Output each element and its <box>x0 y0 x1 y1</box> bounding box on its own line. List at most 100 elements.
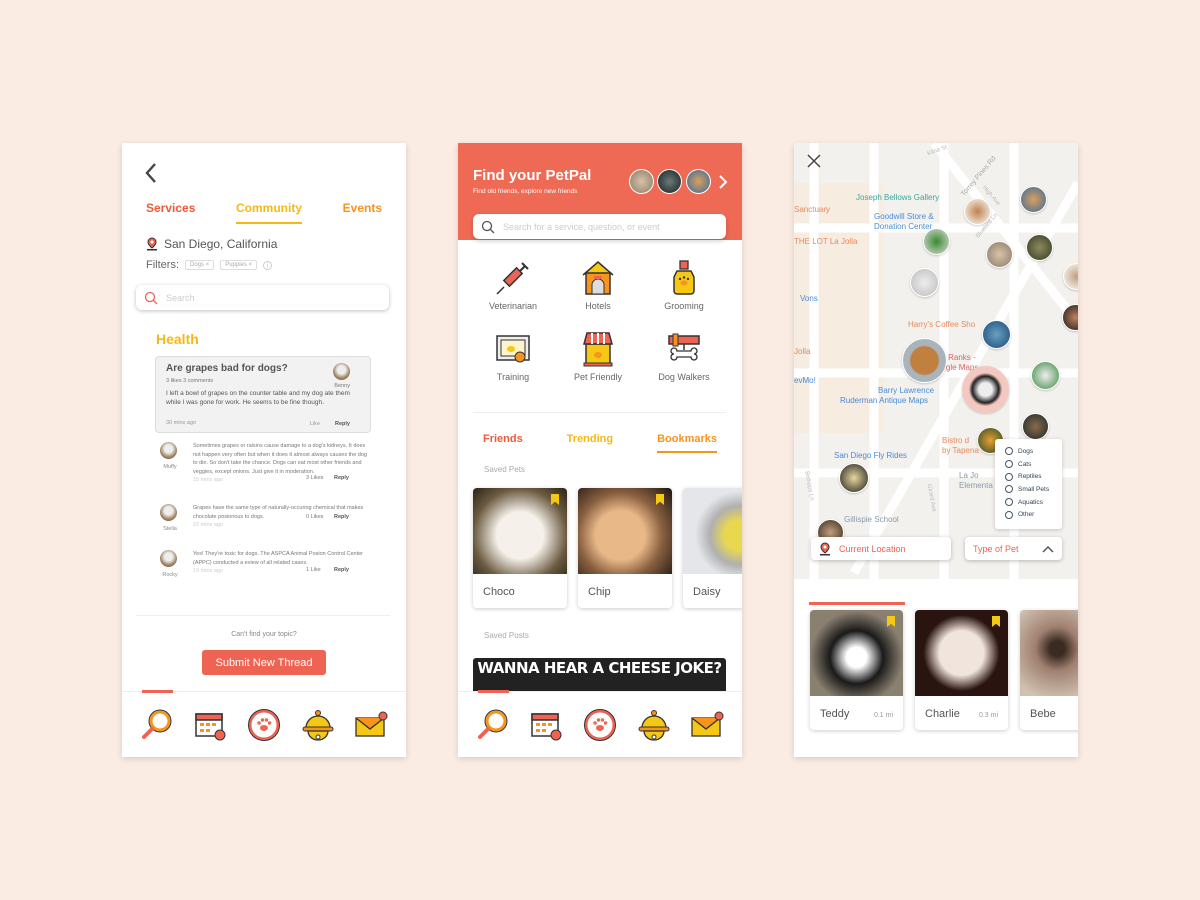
pet-type-option[interactable]: Cats <box>1005 458 1062 471</box>
pet-type-option[interactable]: Other <box>1005 508 1062 521</box>
pet-map-marker[interactable] <box>1031 361 1060 390</box>
comment-text: Yes! They're toxic for dogs. The ASPCA A… <box>193 551 364 566</box>
comment: Muffy Sometimes grapes or raisins cause … <box>160 442 375 492</box>
community-screen: Services Community Events San Diego, Cal… <box>122 143 406 757</box>
mail-icon[interactable] <box>690 708 724 742</box>
pet-map-marker[interactable] <box>964 198 991 225</box>
service-training[interactable]: Training <box>473 330 553 382</box>
shampoo-icon <box>673 260 695 295</box>
nearby-pet-card[interactable]: Teddy 0.1 mi <box>810 610 903 730</box>
collar-bone-icon <box>668 333 700 361</box>
mail-icon[interactable] <box>354 708 388 742</box>
tab-trending[interactable]: Trending <box>567 433 613 453</box>
pet-type-option[interactable]: Reptiles <box>1005 470 1062 483</box>
service-hotels[interactable]: Hotels <box>558 259 638 311</box>
filter-chip-dogs[interactable]: Dogs × <box>185 260 215 270</box>
option-label: Aquatics <box>1018 498 1043 506</box>
calendar-icon[interactable] <box>193 708 227 742</box>
info-icon[interactable]: i <box>263 260 273 270</box>
friend-avatar[interactable] <box>629 169 654 194</box>
paw-icon[interactable] <box>583 708 617 742</box>
radio-button[interactable] <box>1005 498 1013 507</box>
page-title: Find your PetPal <box>473 167 592 184</box>
pet-map-marker[interactable] <box>986 241 1013 268</box>
commenter-name: Muffy <box>163 464 177 470</box>
pet-type-option[interactable]: Small Pets <box>1005 483 1062 496</box>
pet-map-marker[interactable] <box>982 320 1011 349</box>
radio-button[interactable] <box>1005 460 1013 469</box>
chevron-up-icon <box>1042 545 1054 553</box>
tab-services[interactable]: Services <box>146 201 195 224</box>
reply-button[interactable]: Reply <box>334 475 349 481</box>
section-title: Health <box>156 331 199 347</box>
friend-avatar[interactable] <box>657 169 682 194</box>
reply-button[interactable]: Reply <box>334 567 349 573</box>
service-grooming[interactable]: Grooming <box>644 259 724 311</box>
dog-house-icon <box>582 261 614 295</box>
pet-type-option[interactable]: Aquatics <box>1005 496 1062 509</box>
pet-card[interactable]: Daisy <box>683 488 742 608</box>
pet-card[interactable]: Choco <box>473 488 567 608</box>
pet-card[interactable]: Chip <box>578 488 672 608</box>
nearby-pet-card[interactable]: Bebe <box>1020 610 1078 730</box>
pet-map-marker[interactable] <box>1026 234 1053 261</box>
reply-button[interactable]: Reply <box>334 514 349 520</box>
divider <box>136 615 390 616</box>
back-arrow-icon[interactable] <box>142 161 160 185</box>
chevron-right-icon[interactable] <box>718 175 728 189</box>
service-veterinarian[interactable]: Veterinarian <box>473 259 553 311</box>
map-label: by Tapena <box>942 446 979 455</box>
tab-friends[interactable]: Friends <box>483 433 523 453</box>
current-location-button[interactable]: Current Location <box>811 537 951 560</box>
radio-button[interactable] <box>1005 472 1013 481</box>
calendar-icon[interactable] <box>529 708 563 742</box>
radio-button[interactable] <box>1005 447 1013 456</box>
type-of-pet-select[interactable]: Type of Pet <box>965 537 1062 560</box>
location-text: San Diego, California <box>164 237 278 251</box>
search-icon <box>481 220 495 233</box>
pet-map-marker[interactable] <box>1022 413 1049 440</box>
search-icon[interactable] <box>140 708 174 742</box>
service-dog-walkers[interactable]: Dog Walkers <box>644 330 724 382</box>
pet-type-option[interactable]: Dogs <box>1005 445 1062 458</box>
map-label: Gillispie School <box>844 515 899 524</box>
filter-chip-puppies[interactable]: Puppies × <box>220 260 258 270</box>
question-card[interactable]: Are grapes bad for dogs? 3 likes 3 comme… <box>155 356 371 433</box>
pet-distance: 0.1 mi <box>873 712 893 719</box>
tab-community[interactable]: Community <box>236 201 303 224</box>
pet-map-marker-selected[interactable] <box>902 338 947 383</box>
map[interactable]: Joseph Bellows Gallery Goodwill Store & … <box>794 143 1078 579</box>
search-icon[interactable] <box>476 708 510 742</box>
tab-bookmarks[interactable]: Bookmarks <box>657 433 717 453</box>
paw-icon[interactable] <box>247 708 281 742</box>
avatar <box>160 504 177 521</box>
search-input[interactable]: Search <box>136 285 389 310</box>
community-tabs: Services Community Events <box>122 201 406 224</box>
pet-map-marker[interactable] <box>1020 186 1047 213</box>
submit-thread-button[interactable]: Submit New Thread <box>202 650 326 675</box>
comment: Rocky Yes! They're toxic for dogs. The A… <box>160 550 375 580</box>
pet-map-marker[interactable] <box>923 228 950 255</box>
map-label: evMo! <box>794 376 816 385</box>
friend-avatar[interactable] <box>686 169 711 194</box>
pet-map-marker[interactable] <box>910 268 939 297</box>
pet-map-marker[interactable] <box>839 463 869 493</box>
nearby-pet-card[interactable]: Charlie 0.3 mi <box>915 610 1008 730</box>
like-button[interactable]: Like <box>310 421 320 427</box>
service-pet-friendly[interactable]: Pet Friendly <box>558 330 638 382</box>
map-label: Sanctuary <box>794 205 831 214</box>
option-label: Reptiles <box>1018 473 1042 481</box>
bell-icon[interactable] <box>637 708 671 742</box>
comment-likes: 0 Likes <box>306 514 324 520</box>
location-pin-icon <box>147 237 157 251</box>
service-label: Grooming <box>664 301 704 311</box>
comment-likes: 1 Like <box>306 567 321 573</box>
radio-button[interactable] <box>1005 510 1013 519</box>
close-icon[interactable] <box>806 153 822 169</box>
pet-map-marker-selected[interactable] <box>962 366 1009 413</box>
reply-button[interactable]: Reply <box>335 421 350 427</box>
tab-events[interactable]: Events <box>343 201 382 224</box>
search-input[interactable]: Search for a service, question, or event <box>473 214 726 239</box>
radio-button[interactable] <box>1005 485 1013 494</box>
bell-icon[interactable] <box>301 708 335 742</box>
